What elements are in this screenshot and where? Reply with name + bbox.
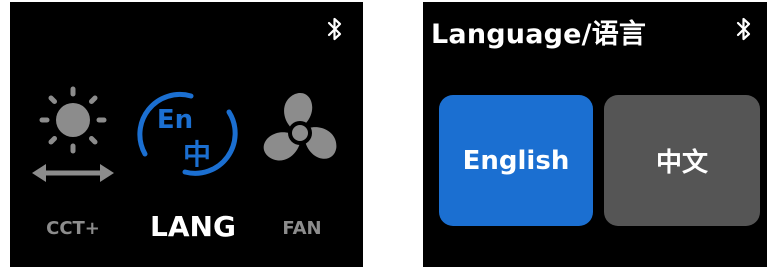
sun-arrows-icon	[32, 86, 114, 182]
menu-item-label: LANG	[150, 210, 236, 243]
menu-item-label: CCT+	[46, 218, 100, 239]
lang-icon-zh-text: 中	[183, 138, 211, 171]
bluetooth-icon	[736, 17, 751, 41]
language-en-zh-icon: En 中	[137, 91, 238, 176]
fan-icon	[263, 92, 337, 161]
lang-icon-en-text: En	[157, 105, 193, 135]
language-screen: Language/语言 English 中文	[423, 2, 767, 267]
page-title: Language/语言	[431, 19, 647, 50]
bluetooth-icon	[327, 17, 342, 41]
menu-screen: CCT+ En 中 LANG FAN	[10, 2, 363, 267]
english-button[interactable]: English	[439, 95, 593, 226]
menu-item-label: FAN	[282, 218, 322, 239]
chinese-button[interactable]: 中文	[604, 95, 760, 226]
